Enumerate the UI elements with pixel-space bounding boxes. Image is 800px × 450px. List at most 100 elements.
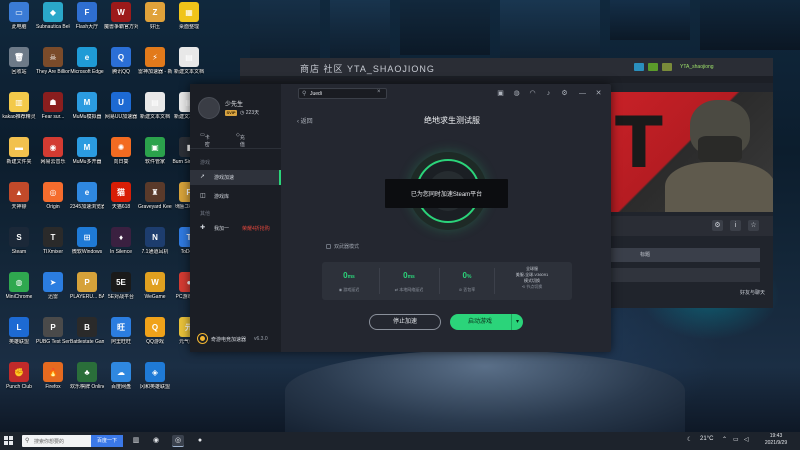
recharge-button[interactable]: ◇ 充值 — [236, 132, 245, 148]
gear-icon[interactable]: ⚙ — [712, 220, 723, 231]
desktop-icon[interactable]: ◆ Subnautica Below Zero — [36, 2, 70, 30]
desktop-icon[interactable]: ☗ Fear sur... — [36, 92, 70, 120]
background-row[interactable] — [610, 268, 760, 282]
node-switch-link[interactable]: ⟲ 节点切换 — [494, 284, 570, 290]
desktop-icon[interactable]: ▤ 新建文本文档 — [172, 47, 206, 75]
desktop-icon[interactable]: Z 好压 — [138, 2, 172, 30]
desktop-icon[interactable]: T TIXmixer — [36, 227, 70, 255]
desktop-icon[interactable]: 5E 5E对战平台 — [104, 272, 138, 300]
desktop-icon[interactable]: M MuMu多开器 — [70, 137, 104, 165]
desktop-icon[interactable]: ⚡ 雷神加速器 - 新建文本文档 — [138, 47, 172, 75]
sidebar-item-promo[interactable]: ✚ 我加一 荣耀4折抢购 — [190, 221, 281, 236]
desktop-icon[interactable]: 旺阿里旺旺 — [104, 317, 138, 345]
desktop-icon[interactable]: B Battlestate Games L... — [70, 317, 104, 345]
desktop-icon[interactable]: ✺ 向日葵 — [104, 137, 138, 165]
weather-icon[interactable]: ☾ — [687, 436, 692, 443]
desktop-icon[interactable]: ♦ In Silence — [104, 227, 138, 255]
desktop-icon[interactable]: W WeGame — [138, 272, 172, 300]
desktop-icon[interactable]: P PUBG Test Server — [36, 317, 70, 345]
close-icon[interactable]: × — [377, 89, 381, 95]
desktop-icon[interactable]: N 7.1通道耳机 — [138, 227, 172, 255]
desktop-icon[interactable]: Q 腾讯QQ — [104, 47, 138, 75]
game-search-box[interactable]: ⚲ × — [298, 88, 387, 99]
desktop-app-icon: ◆ — [43, 2, 63, 22]
desktop-icon[interactable]: S Steam — [2, 227, 36, 255]
card-key-button[interactable]: ▭ 卡密 — [200, 132, 210, 148]
tshirt-icon[interactable]: ▣ — [496, 89, 505, 98]
desktop-icon[interactable]: U 网易UU加速器 — [104, 92, 138, 120]
desktop-app-icon: ☠ — [43, 47, 63, 67]
desktop-icon[interactable]: ▣ 软件管家 — [138, 137, 172, 165]
close-icon[interactable]: ✕ — [594, 89, 603, 98]
volume-icon[interactable]: ◁ — [744, 436, 749, 443]
desktop-icon[interactable]: 猫天猫618 — [104, 182, 138, 210]
desktop-icon[interactable]: ☠ They Are Billions — [36, 47, 70, 75]
desktop-icon[interactable]: ◈ 冈和英雄联盟 — [138, 362, 172, 390]
download-icon[interactable] — [634, 63, 644, 71]
sidebar-item-game-library[interactable]: ◫ 游戏库 — [190, 189, 281, 204]
desktop-icon[interactable]: ▭ 此电脑 — [2, 2, 36, 30]
desktop-icon[interactable]: ◍ MiniChrome — [2, 272, 36, 300]
background-row[interactable] — [610, 248, 760, 262]
avatar[interactable] — [662, 63, 672, 71]
background-window-titlebar[interactable]: 商店 社区 YTA_SHAOJIONG YTA_shaojiong — [240, 58, 773, 76]
system-clock[interactable]: 19:43 2021/9/29 — [756, 433, 796, 447]
bell-icon[interactable]: ♪ — [544, 89, 553, 98]
desktop-icon[interactable]: ☁ 百度网盘 — [104, 362, 138, 390]
steam-taskbar-icon[interactable]: ◉ — [150, 435, 162, 447]
desktop-icon[interactable]: 🔥 Firefox — [36, 362, 70, 390]
desktop-icon[interactable]: ▦ 桌面整理 — [172, 2, 206, 30]
star-icon[interactable]: ☆ — [748, 220, 759, 231]
chevron-up-icon[interactable]: ⌃ — [722, 436, 727, 443]
back-button[interactable]: ‹ 返回 — [297, 116, 313, 125]
desktop-icon[interactable]: P PLAYERU... BATTLEGR... — [70, 272, 104, 300]
desktop-icon[interactable]: ⊞ 微软Windows — [70, 227, 104, 255]
globe-icon[interactable]: ◍ — [512, 89, 521, 98]
info-icon[interactable]: i — [730, 220, 741, 231]
desktop-icon[interactable]: ♣ 欢乐棋牌 Online — [70, 362, 104, 390]
friends-chat-label[interactable]: 好友与聊天 — [740, 289, 765, 296]
clock-time: 19:43 — [769, 433, 783, 439]
accelerator-taskbar-icon[interactable]: ◎ — [172, 435, 184, 447]
desktop-icon[interactable]: ▬ 新建文件夹 — [2, 137, 36, 165]
sidebar-item-game-boost[interactable]: ➚ 游戏加速 — [190, 170, 281, 185]
baidu-search-button[interactable]: 百度一下 — [91, 435, 123, 447]
weather-temperature[interactable]: 21°C — [700, 436, 713, 442]
desktop-icon[interactable]: ◉ 网易云音乐 — [36, 137, 70, 165]
checkbox[interactable] — [326, 244, 331, 250]
desktop-icon[interactable]: ➤ 迅雷 — [36, 272, 70, 300]
desktop-icon[interactable]: F Flash大厅 — [70, 2, 104, 30]
stop-boost-button[interactable]: 停止加速 — [369, 314, 441, 330]
search-input[interactable] — [310, 90, 370, 98]
desktop-icon[interactable]: ▲ 天神镖 — [2, 182, 36, 210]
desktop-icon[interactable]: L 英雄联盟 — [2, 317, 36, 345]
launch-game-button[interactable]: 启动游戏 ▾ — [450, 314, 523, 330]
minimize-icon[interactable]: — — [578, 89, 587, 98]
notification-icon[interactable] — [648, 63, 658, 71]
desktop-icon[interactable]: ◎ Origin — [36, 182, 70, 210]
task-view-icon[interactable]: ▥ — [130, 435, 142, 447]
network-icon[interactable]: ▭ — [733, 436, 739, 443]
server-info[interactable]: 全球服 美服-全球-V36091 模式切换 ⟲ 节点切换 — [494, 266, 570, 296]
taskbar-search-placeholder: 搜索你想要的 — [34, 439, 65, 445]
desktop-icon-label: 向日葵 — [113, 159, 129, 165]
desktop-icon[interactable]: Q QQ游戏 — [138, 317, 172, 345]
desktop-icon[interactable]: ▥ kakao推荐精灵 — [2, 92, 36, 120]
dual-mode-toggle[interactable]: 双武器模式 — [326, 243, 359, 250]
desktop-icon-label: Flash大厅 — [75, 24, 99, 30]
desktop-icon[interactable]: ▤ 新建文本文档 — [138, 92, 172, 120]
obs-taskbar-icon[interactable]: ● — [194, 435, 206, 447]
desktop-icon[interactable]: ✊ Punch Club — [2, 362, 36, 390]
settings-icon[interactable]: ⚙ — [560, 89, 569, 98]
desktop-icon[interactable]: M MuMu模拟器 — [70, 92, 104, 120]
headset-icon[interactable]: ◠ — [528, 89, 537, 98]
desktop-icon[interactable]: W 魔兽争霸官方对战平台 — [104, 2, 138, 30]
desktop-icon[interactable]: 🗑 回收站 — [2, 47, 36, 75]
windows-start-icon[interactable] — [4, 436, 14, 446]
chevron-down-icon[interactable]: ▾ — [511, 314, 523, 330]
avatar[interactable] — [198, 97, 220, 119]
desktop-icon[interactable]: e Microsoft Edge — [70, 47, 104, 75]
background-window-username[interactable]: YTA_shaojiong — [680, 64, 714, 70]
desktop-icon[interactable]: e 2345加速浏览器 — [70, 182, 104, 210]
desktop-icon[interactable]: ♜ Graveyard Keeper — [138, 182, 172, 210]
